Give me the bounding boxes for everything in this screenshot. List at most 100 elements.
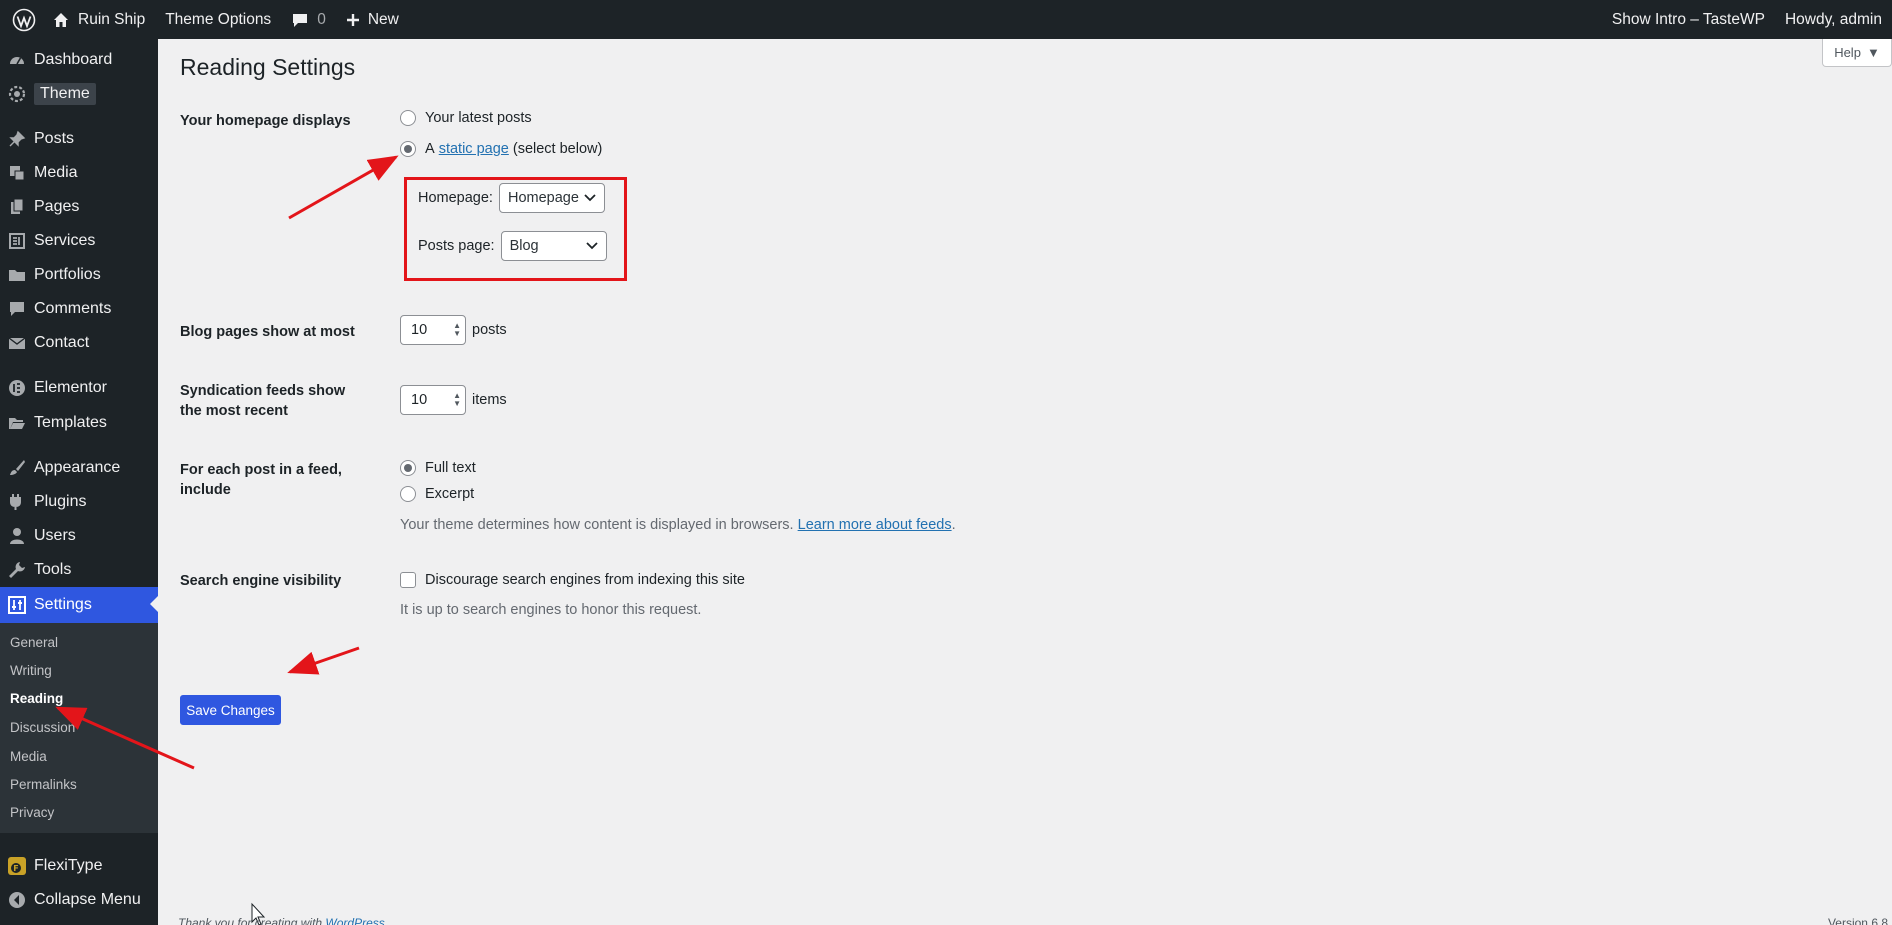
comment-icon <box>6 298 28 320</box>
dashboard-icon <box>6 49 28 71</box>
save-changes-button[interactable]: Save Changes <box>180 695 281 725</box>
new-content-link[interactable]: New <box>336 0 409 39</box>
svg-text:F: F <box>13 864 18 873</box>
full-text-option[interactable]: Full text <box>400 460 476 476</box>
wordpress-logo-icon[interactable] <box>6 0 42 39</box>
homepage-displays-label: Your homepage displays <box>180 113 351 129</box>
blog-pages-label: Blog pages show at most <box>180 324 355 340</box>
sidebar-item-label: Plugins <box>34 493 87 510</box>
static-page-suffix: (select below) <box>512 141 603 157</box>
site-name: Ruin Ship <box>78 10 146 28</box>
show-intro-link[interactable]: Show Intro – TasteWP <box>1602 0 1775 39</box>
flexitype-icon: F <box>6 855 28 877</box>
theme-options-link[interactable]: Theme Options <box>155 0 281 39</box>
excerpt-option[interactable]: Excerpt <box>400 486 474 502</box>
discourage-search-label: Discourage search engines from indexing … <box>425 572 745 588</box>
full-text-radio[interactable] <box>400 460 416 476</box>
sidebar-item-comments[interactable]: Comments <box>0 292 158 326</box>
sidebar-item-label: Posts <box>34 130 75 147</box>
latest-posts-label: Your latest posts <box>425 110 532 126</box>
plugin-icon <box>6 491 28 513</box>
pin-icon <box>6 128 28 150</box>
sidebar-item-posts[interactable]: Posts <box>0 122 158 156</box>
sidebar-item-dashboard[interactable]: Dashboard <box>0 43 158 77</box>
folder-open-icon <box>6 412 28 434</box>
discourage-search-option[interactable]: Discourage search engines from indexing … <box>400 572 745 588</box>
brush-icon <box>6 457 28 479</box>
feed-description-period: . <box>951 517 956 533</box>
wordpress-link[interactable]: WordPress <box>325 916 384 925</box>
folder-icon <box>6 264 28 286</box>
blog-pages-unit: posts <box>472 322 507 338</box>
sidebar-item-label: Appearance <box>34 459 121 476</box>
services-icon <box>6 230 28 252</box>
sidebar-item-label: Media <box>34 164 78 181</box>
mail-icon <box>6 332 28 354</box>
submenu-item-permalinks[interactable]: Permalinks <box>10 777 77 792</box>
new-label: New <box>367 10 399 28</box>
learn-more-feeds-link[interactable]: Learn more about feeds <box>798 517 952 533</box>
static-page-option[interactable]: A static page (select below) <box>400 141 602 157</box>
submenu-item-reading[interactable]: Reading <box>10 691 63 706</box>
comments-link[interactable]: 0 <box>281 0 336 39</box>
blog-pages-input[interactable]: 10 ▲ ▼ <box>400 315 466 345</box>
sidebar-item-label: Pages <box>34 198 80 215</box>
spinner-arrows-icon[interactable]: ▲ ▼ <box>453 322 461 338</box>
plus-icon <box>346 13 360 27</box>
submenu-item-privacy[interactable]: Privacy <box>10 805 54 820</box>
sidebar-item-flexitype[interactable]: F FlexiType <box>0 849 158 883</box>
submenu-item-media[interactable]: Media <box>10 749 47 764</box>
howdy-account-menu[interactable]: Howdy, admin <box>1775 0 1892 39</box>
comments-count: 0 <box>317 10 326 28</box>
main-content: Help ▼ Reading Settings Your homepage di… <box>158 39 1892 925</box>
sidebar-item-elementor[interactable]: Elementor <box>0 371 158 405</box>
theme-icon <box>6 83 28 105</box>
static-page-link[interactable]: static page <box>439 141 509 157</box>
sidebar-item-theme[interactable]: Theme <box>0 77 158 111</box>
admin-bar: Ruin Ship Theme Options 0 New Show Intro… <box>0 0 1892 39</box>
sidebar-item-label: Comments <box>34 300 112 317</box>
syndication-input[interactable]: 10 ▲ ▼ <box>400 385 466 415</box>
help-tab-button[interactable]: Help ▼ <box>1822 39 1892 67</box>
help-label: Help <box>1834 45 1861 60</box>
submenu-item-general[interactable]: General <box>10 635 58 650</box>
sidebar-item-label: Users <box>34 527 76 544</box>
static-page-prefix: A <box>425 141 435 157</box>
home-icon <box>52 11 70 29</box>
footer-version: Version 6.8 <box>1827 916 1888 925</box>
sidebar-item-portfolios[interactable]: Portfolios <box>0 258 158 292</box>
discourage-search-checkbox[interactable] <box>400 572 416 588</box>
latest-posts-radio[interactable] <box>400 110 416 126</box>
sidebar-item-contact[interactable]: Contact <box>0 326 158 360</box>
settings-submenu: General Writing Reading Discussion Media… <box>0 623 158 833</box>
collapse-menu-button[interactable]: Collapse Menu <box>0 883 158 917</box>
sidebar-item-label: Dashboard <box>34 51 113 68</box>
excerpt-radio[interactable] <box>400 486 416 502</box>
sidebar-item-appearance[interactable]: Appearance <box>0 451 158 485</box>
sidebar-item-pages[interactable]: Pages <box>0 190 158 224</box>
sidebar-item-label: Collapse Menu <box>34 891 141 908</box>
syndication-field: 10 ▲ ▼ items <box>400 385 507 415</box>
static-page-radio[interactable] <box>400 141 416 157</box>
sidebar-item-plugins[interactable]: Plugins <box>0 485 158 519</box>
submenu-item-discussion[interactable]: Discussion <box>10 720 75 735</box>
latest-posts-option[interactable]: Your latest posts <box>400 110 532 126</box>
sidebar-item-tools[interactable]: Tools <box>0 553 158 587</box>
user-icon <box>6 525 28 547</box>
feed-description-text: Your theme determines how content is dis… <box>400 517 794 533</box>
sidebar-item-media[interactable]: Media <box>0 156 158 190</box>
sidebar-item-templates[interactable]: Templates <box>0 406 158 440</box>
excerpt-label: Excerpt <box>425 486 475 502</box>
spinner-arrows-icon[interactable]: ▲ ▼ <box>453 392 461 408</box>
sidebar-item-settings[interactable]: Settings <box>0 587 158 623</box>
site-name-link[interactable]: Ruin Ship <box>42 0 155 39</box>
submenu-item-writing[interactable]: Writing <box>10 663 52 678</box>
syndication-unit: items <box>472 392 507 408</box>
blog-pages-field: 10 ▲ ▼ posts <box>400 315 507 345</box>
sidebar-item-users[interactable]: Users <box>0 519 158 553</box>
sidebar-item-services[interactable]: Services <box>0 224 158 258</box>
pages-icon <box>6 196 28 218</box>
caret-down-icon: ▼ <box>1866 45 1880 60</box>
page-title: Reading Settings <box>180 54 356 80</box>
sidebar-item-label: Templates <box>34 414 107 431</box>
